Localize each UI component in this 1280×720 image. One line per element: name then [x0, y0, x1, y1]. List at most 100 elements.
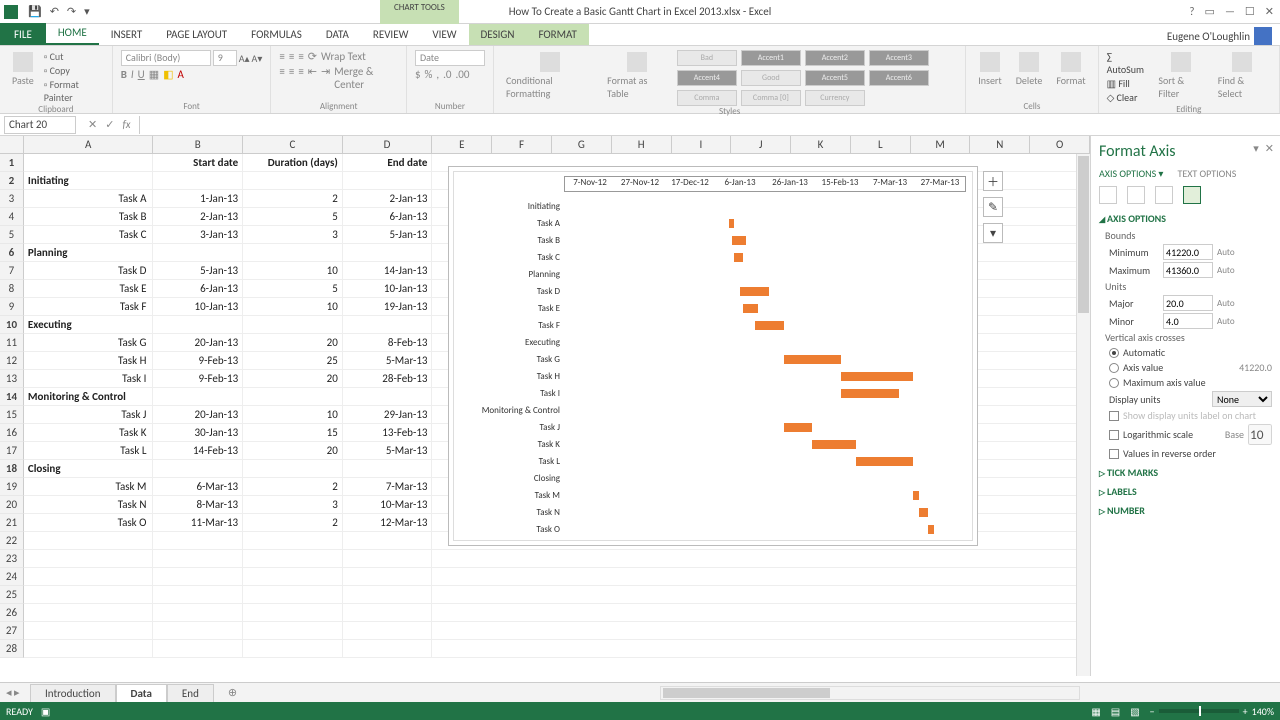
conditional-formatting-button[interactable]: Conditional Formatting — [502, 50, 597, 102]
col-header[interactable]: K — [791, 136, 851, 153]
gantt-bar[interactable] — [928, 525, 934, 534]
align-bottom-icon[interactable]: ≡ — [298, 50, 303, 63]
grid-row[interactable]: 25 — [0, 586, 1090, 604]
autosum-button[interactable]: ∑ AutoSum — [1107, 50, 1149, 76]
format-as-table-button[interactable]: Format as Table — [603, 50, 671, 102]
gantt-bar[interactable] — [755, 321, 784, 330]
account-name[interactable]: Eugene O'Loughlin — [1159, 27, 1280, 45]
bounds-min-input[interactable] — [1163, 244, 1213, 260]
sheet-tab-end[interactable]: End — [167, 684, 214, 702]
zoom-in-icon[interactable]: + — [1243, 705, 1248, 718]
copy-button[interactable]: Copy — [44, 64, 104, 77]
tab-file[interactable]: FILE — [0, 23, 46, 45]
border-button[interactable]: ▦ — [149, 68, 159, 81]
pane-dropdown-icon[interactable]: ▾ — [1253, 142, 1259, 155]
font-color-button[interactable]: A — [178, 68, 184, 81]
col-header[interactable]: J — [731, 136, 791, 153]
col-header[interactable]: F — [492, 136, 552, 153]
underline-button[interactable]: U — [138, 68, 145, 81]
sheet-nav-icons[interactable]: ◂ ▸ — [6, 686, 20, 699]
decrease-font-icon[interactable]: A▾ — [252, 52, 263, 65]
effects-icon[interactable] — [1127, 186, 1145, 204]
crosses-max-radio[interactable]: Maximum axis value — [1109, 376, 1272, 389]
paste-button[interactable]: Paste — [8, 50, 38, 89]
min-auto-button[interactable]: Auto — [1217, 247, 1235, 258]
col-header[interactable]: M — [911, 136, 971, 153]
enter-formula-icon[interactable]: ✓ — [105, 118, 114, 131]
view-page-break-icon[interactable]: ▧ — [1130, 705, 1139, 718]
grid-row[interactable]: 28 — [0, 640, 1090, 658]
ribbon-options-icon[interactable]: ▭ — [1205, 5, 1215, 18]
col-header[interactable]: H — [612, 136, 672, 153]
tab-design[interactable]: DESIGN — [469, 24, 527, 45]
col-header[interactable]: O — [1030, 136, 1090, 153]
chart-elements-button[interactable]: ＋ — [983, 171, 1003, 191]
format-painter-button[interactable]: Format Painter — [44, 78, 104, 104]
col-header[interactable]: D — [343, 136, 433, 153]
view-page-layout-icon[interactable]: ▤ — [1111, 705, 1120, 718]
decrease-decimal-icon[interactable]: .00 — [456, 68, 470, 81]
max-reset-button[interactable]: Auto — [1217, 265, 1235, 276]
maximize-icon[interactable]: ☐ — [1245, 5, 1255, 18]
tab-review[interactable]: REVIEW — [361, 24, 421, 45]
wrap-text-button[interactable]: Wrap Text — [321, 50, 366, 63]
cancel-formula-icon[interactable]: ✕ — [88, 118, 97, 131]
sort-filter-button[interactable]: Sort & Filter — [1154, 50, 1207, 102]
align-top-icon[interactable]: ≡ — [279, 50, 284, 63]
clear-button[interactable]: ◇ Clear — [1107, 91, 1149, 104]
delete-cells-button[interactable]: Delete — [1012, 50, 1047, 89]
close-icon[interactable]: ✕ — [1265, 5, 1274, 18]
font-size-select[interactable]: 9 — [213, 50, 237, 66]
gantt-bar[interactable] — [740, 287, 769, 296]
chart-x-axis[interactable]: 7-Nov-1227-Nov-12 17-Dec-126-Jan-13 26-J… — [564, 176, 966, 192]
gantt-bar[interactable] — [841, 389, 899, 398]
increase-indent-icon[interactable]: ⇥ — [321, 65, 330, 91]
col-header[interactable]: A — [24, 136, 154, 153]
tab-insert[interactable]: INSERT — [99, 24, 155, 45]
zoom-slider[interactable] — [1159, 709, 1239, 713]
undo-icon[interactable]: ↶ — [50, 5, 59, 18]
display-units-select[interactable]: None — [1212, 391, 1272, 407]
bold-button[interactable]: B — [121, 68, 127, 81]
gantt-bar[interactable] — [734, 253, 743, 262]
col-header[interactable]: B — [153, 136, 243, 153]
grid-row[interactable]: 26 — [0, 604, 1090, 622]
tab-data[interactable]: DATA — [314, 24, 361, 45]
gantt-bar[interactable] — [743, 304, 757, 313]
size-props-icon[interactable] — [1155, 186, 1173, 204]
formula-input[interactable] — [139, 116, 1280, 134]
accounting-icon[interactable]: $ — [415, 68, 421, 81]
find-select-button[interactable]: Find & Select — [1214, 50, 1271, 102]
gantt-bar[interactable] — [913, 491, 919, 500]
qat-customize-icon[interactable]: ▾ — [84, 5, 90, 18]
tab-home[interactable]: HOME — [46, 22, 99, 45]
orientation-icon[interactable]: ⟳ — [308, 50, 317, 63]
zoom-level[interactable]: 140% — [1252, 705, 1274, 718]
chart-styles-button[interactable]: ✎ — [983, 197, 1003, 217]
worksheet-grid[interactable]: A B C D E F G H I J K L M N O 1Start dat… — [0, 136, 1090, 676]
col-header[interactable]: L — [851, 136, 911, 153]
fill-line-icon[interactable] — [1099, 186, 1117, 204]
align-middle-icon[interactable]: ≡ — [289, 50, 294, 63]
crosses-axis-value-radio[interactable]: Axis value41220.0 — [1109, 361, 1272, 374]
gantt-bar[interactable] — [919, 508, 928, 517]
tab-formulas[interactable]: FORMULAS — [239, 24, 314, 45]
units-major-input[interactable] — [1163, 295, 1213, 311]
save-icon[interactable]: 💾 — [28, 5, 42, 18]
cut-button[interactable]: Cut — [44, 50, 104, 63]
macro-record-icon[interactable]: ▣ — [41, 705, 50, 718]
align-center-icon[interactable]: ≡ — [289, 65, 294, 91]
redo-icon[interactable]: ↷ — [67, 5, 76, 18]
percent-icon[interactable]: % — [425, 68, 433, 81]
select-all-corner[interactable] — [0, 136, 24, 153]
increase-font-icon[interactable]: A▴ — [239, 52, 250, 65]
align-right-icon[interactable]: ≡ — [298, 65, 303, 91]
col-header[interactable]: G — [552, 136, 612, 153]
format-cells-button[interactable]: Format — [1052, 50, 1089, 89]
decrease-indent-icon[interactable]: ⇤ — [308, 65, 317, 91]
axis-options-icon[interactable] — [1183, 186, 1201, 204]
sheet-tab-introduction[interactable]: Introduction — [30, 684, 116, 702]
view-normal-icon[interactable]: ▦ — [1091, 705, 1100, 718]
tab-page-layout[interactable]: PAGE LAYOUT — [154, 24, 239, 45]
horizontal-scrollbar[interactable] — [660, 686, 1080, 700]
